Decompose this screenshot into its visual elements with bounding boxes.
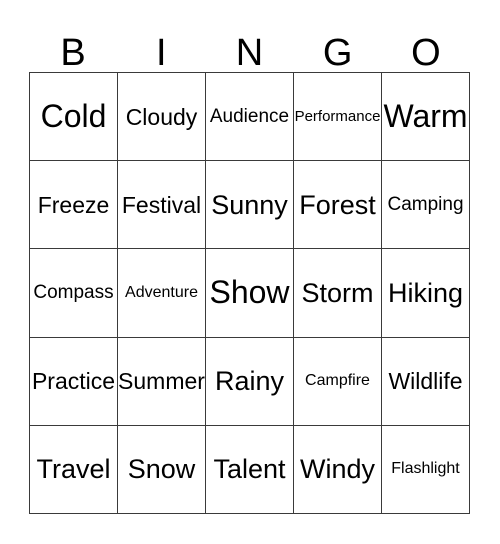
bingo-cell-label: Summer [118, 368, 205, 395]
bingo-cell-label: Campfire [305, 371, 370, 389]
bingo-cell[interactable]: Festival [118, 161, 206, 250]
bingo-header-row: B I N G O [29, 18, 470, 72]
bingo-header-column-g: G [294, 18, 382, 72]
bingo-header-column-b: B [29, 18, 117, 72]
bingo-cell[interactable]: Windy [294, 425, 382, 514]
bingo-cell[interactable]: Storm [294, 249, 382, 338]
bingo-cell[interactable]: Warm [382, 73, 470, 162]
bingo-cell-label: Performance [294, 107, 381, 125]
bingo-cell-label: Travel [36, 454, 111, 485]
bingo-header-column-o: O [382, 18, 470, 72]
bingo-cell-label: Freeze [37, 191, 110, 218]
bingo-cell[interactable]: Wildlife [382, 337, 470, 426]
bingo-header-column-n: N [205, 18, 293, 72]
bingo-cell[interactable]: Freeze [30, 161, 118, 250]
bingo-cell-label: Talent [213, 454, 286, 485]
bingo-cell-label: Storm [301, 277, 374, 308]
bingo-cell-label: Cold [40, 97, 107, 134]
bingo-cell[interactable]: Show [206, 249, 294, 338]
bingo-cell[interactable]: Talent [206, 425, 294, 514]
bingo-cell-label: Rainy [214, 366, 285, 397]
bingo-header-column-i: I [117, 18, 205, 72]
bingo-cell[interactable]: Cold [30, 73, 118, 162]
bingo-cell-label: Audience [209, 105, 290, 127]
bingo-cell-label: Cloudy [125, 103, 198, 130]
bingo-cell-label: Sunny [211, 189, 288, 220]
bingo-cell[interactable]: Rainy [206, 337, 294, 426]
bingo-cell[interactable]: Forest [294, 161, 382, 250]
bingo-cell[interactable]: Camping [382, 161, 470, 250]
bingo-grid: Cold Cloudy Audience Performance Warm Fr… [29, 72, 470, 514]
bingo-cell-label: Forest [299, 189, 376, 220]
bingo-cell[interactable]: Summer [118, 337, 206, 426]
bingo-cell[interactable]: Compass [30, 249, 118, 338]
bingo-cell-label: Snow [127, 454, 196, 485]
bingo-cell[interactable]: Sunny [206, 161, 294, 250]
bingo-cell[interactable]: Hiking [382, 249, 470, 338]
bingo-cell[interactable]: Snow [118, 425, 206, 514]
bingo-cell-label: Wildlife [388, 368, 463, 395]
bingo-header-letter: I [156, 32, 167, 74]
bingo-cell[interactable]: Campfire [294, 337, 382, 426]
bingo-cell[interactable]: Performance [294, 73, 382, 162]
bingo-cell-label: Show [209, 274, 290, 311]
bingo-cell-label: Warm [383, 97, 468, 134]
bingo-header-letter: G [322, 32, 353, 74]
bingo-cell[interactable]: Travel [30, 425, 118, 514]
bingo-cell[interactable]: Practice [30, 337, 118, 426]
bingo-cell-label: Practice [31, 368, 116, 395]
bingo-cell[interactable]: Cloudy [118, 73, 206, 162]
bingo-card: B I N G O Cold Cloudy Audience Performan… [0, 0, 500, 544]
bingo-cell-label: Flashlight [391, 459, 460, 477]
bingo-cell[interactable]: Adventure [118, 249, 206, 338]
bingo-cell-label: Festival [121, 191, 202, 218]
bingo-cell[interactable]: Audience [206, 73, 294, 162]
bingo-header-letter: O [411, 32, 441, 74]
bingo-cell[interactable]: Flashlight [382, 425, 470, 514]
bingo-header-letter: N [235, 32, 264, 74]
bingo-header-letter: B [60, 32, 86, 74]
bingo-cell-label: Adventure [125, 283, 198, 301]
bingo-cell-label: Hiking [387, 277, 464, 308]
bingo-cell-label: Camping [387, 193, 464, 215]
bingo-cell-label: Compass [33, 282, 114, 304]
bingo-cell-label: Windy [299, 454, 375, 485]
